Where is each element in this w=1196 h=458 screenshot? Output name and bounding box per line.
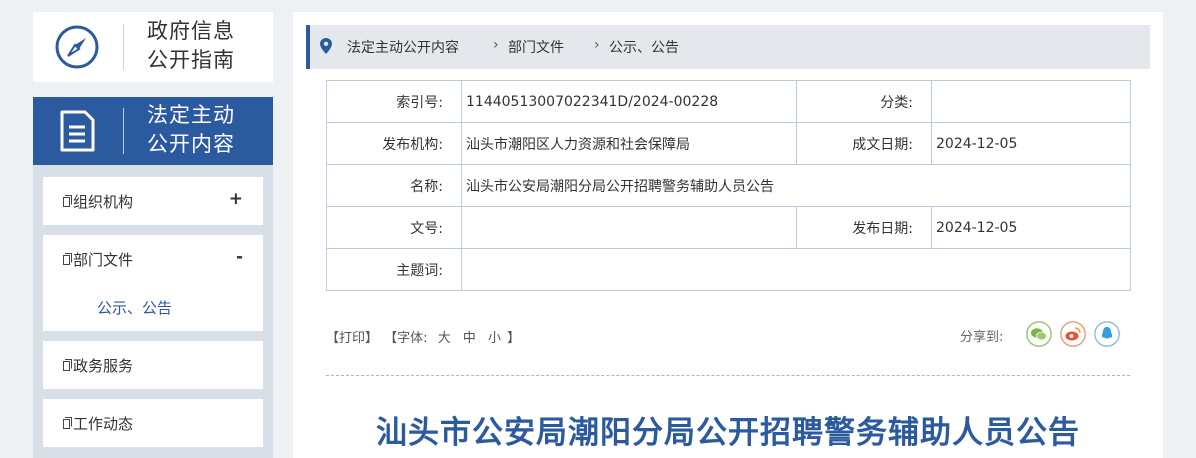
breadcrumb-item[interactable]: 公示、公告: [609, 37, 679, 57]
article-tools: 【打印】 【字体: 大 中 小 】: [326, 327, 522, 346]
page-icon: [63, 253, 72, 265]
font-large-button[interactable]: 大: [438, 331, 451, 346]
divider: [123, 108, 124, 154]
nav-item-org[interactable]: 组织机构 +: [43, 177, 263, 225]
meta-value: 汕头市潮阳区人力资源和社会保障局: [461, 122, 797, 165]
chevron-right-icon: ›: [594, 37, 600, 53]
meta-value: 11440513007022341D/2024-00228: [461, 80, 797, 123]
nav-item-label: 政务服务: [73, 357, 134, 375]
nav-item-work-news[interactable]: 工作动态: [43, 399, 263, 447]
document-meta-table: 索引号: 11440513007022341D/2024-00228 分类: 发…: [326, 80, 1131, 291]
meta-label: 成文日期:: [796, 122, 932, 165]
compass-icon: [55, 25, 99, 69]
nav-subitem-announcements[interactable]: 公示、公告: [97, 297, 172, 318]
nav-item-label: 工作动态: [73, 415, 134, 433]
divider: [326, 375, 1130, 376]
page-icon: [63, 417, 72, 429]
meta-label: 发布机构:: [326, 122, 462, 165]
section-title: 法定主动 公开内容: [147, 103, 235, 156]
font-medium-button[interactable]: 中: [463, 331, 476, 346]
meta-value: [931, 80, 1131, 123]
meta-label: 分类:: [796, 80, 932, 123]
weibo-icon[interactable]: [1060, 321, 1086, 347]
guide-title: 政府信息 公开指南: [147, 19, 235, 72]
meta-label: 名称:: [326, 164, 462, 207]
wechat-icon[interactable]: [1026, 321, 1052, 347]
meta-label: 索引号:: [326, 80, 462, 123]
breadcrumb: 法定主动公开内容 › 部门文件 › 公示、公告: [306, 25, 1150, 69]
meta-value: 汕头市公安局潮阳分局公开招聘警务辅助人员公告: [461, 164, 1131, 207]
main-content: 法定主动公开内容 › 部门文件 › 公示、公告 索引号: 11440513007…: [293, 12, 1163, 458]
breadcrumb-item[interactable]: 法定主动公开内容: [347, 37, 459, 57]
meta-value: [461, 206, 797, 249]
font-small-button[interactable]: 小: [488, 331, 501, 346]
nav-item-label: 组织机构: [73, 193, 134, 211]
meta-value: 2024-12-05: [931, 122, 1131, 165]
meta-value: [461, 248, 1131, 291]
print-button[interactable]: 【打印】: [326, 331, 378, 346]
meta-label: 文号:: [326, 206, 462, 249]
qq-icon[interactable]: [1094, 321, 1120, 347]
left-nav: 组织机构 + 部门文件 - 公示、公告 政务服务 工作动态: [33, 165, 273, 458]
share-label: 分享到:: [960, 330, 1004, 345]
font-size-bracket: 】: [507, 331, 521, 346]
font-size-label: 【字体:: [384, 331, 428, 346]
gov-info-guide-link[interactable]: 政府信息 公开指南: [33, 12, 273, 82]
document-icon: [60, 110, 95, 152]
meta-value: 2024-12-05: [931, 206, 1131, 249]
nav-item-gov-service[interactable]: 政务服务: [43, 341, 263, 389]
nav-item-dept-docs[interactable]: 部门文件 - 公示、公告: [43, 235, 263, 331]
divider: [123, 24, 124, 70]
nav-item-label: 部门文件: [73, 251, 134, 269]
collapse-toggle[interactable]: -: [236, 247, 243, 267]
section-header: 法定主动 公开内容: [33, 97, 273, 165]
location-pin-icon: [320, 38, 332, 54]
meta-label: 发布日期:: [796, 206, 932, 249]
expand-toggle[interactable]: +: [229, 189, 243, 209]
article-title: 汕头市公安局潮阳分局公开招聘警务辅助人员公告: [376, 415, 1080, 451]
chevron-right-icon: ›: [493, 37, 499, 53]
meta-label: 主题词:: [326, 248, 462, 291]
page-icon: [63, 359, 72, 371]
page-icon: [63, 195, 72, 207]
breadcrumb-item[interactable]: 部门文件: [508, 37, 564, 57]
